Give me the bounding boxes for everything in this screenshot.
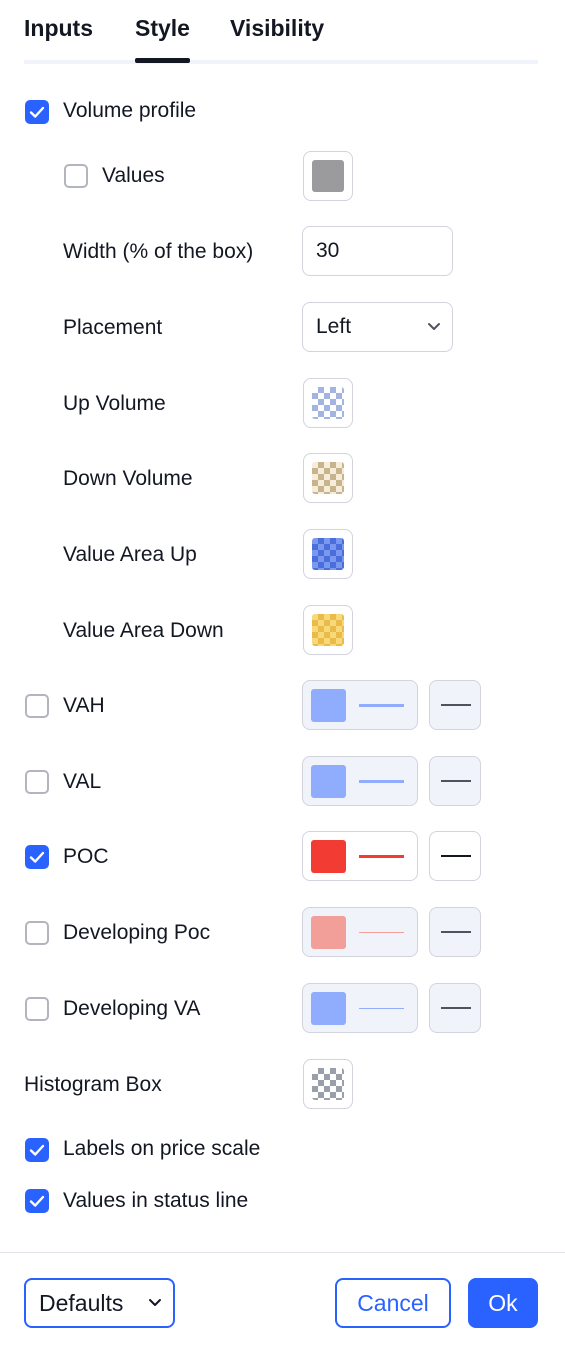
developing-poc-checkbox[interactable] — [25, 921, 49, 945]
width-label: Width (% of the box) — [63, 240, 254, 263]
values-in-status-line-label: Values in status line — [63, 1189, 249, 1212]
val-line-style-button[interactable] — [429, 756, 481, 806]
up-volume-color-swatch[interactable] — [303, 378, 353, 428]
values-in-status-line-checkbox[interactable] — [25, 1189, 49, 1213]
line-style-icon — [441, 931, 471, 933]
val-checkbox[interactable] — [25, 770, 49, 794]
vah-checkbox[interactable] — [25, 694, 49, 718]
developing-va-line-preview — [359, 1008, 404, 1009]
developing-va-checkbox[interactable] — [25, 997, 49, 1021]
chevron-down-icon — [428, 323, 440, 330]
poc-line-style-button[interactable] — [429, 831, 481, 881]
line-style-icon — [441, 1007, 471, 1009]
values-color — [312, 160, 344, 192]
val-line-color-button[interactable] — [302, 756, 418, 806]
developing-va-label: Developing VA — [63, 997, 201, 1020]
developing-poc-line-style-button[interactable] — [429, 907, 481, 957]
ok-button[interactable]: Ok — [468, 1278, 538, 1328]
value-area-up-color-swatch[interactable] — [303, 529, 353, 579]
up-volume-color — [312, 387, 344, 419]
value-area-down-color-swatch[interactable] — [303, 605, 353, 655]
developing-va-color — [311, 992, 346, 1025]
down-volume-color-swatch[interactable] — [303, 453, 353, 503]
value-area-down-color — [312, 614, 344, 646]
histogram-box-label: Histogram Box — [24, 1073, 162, 1096]
chevron-down-icon — [149, 1299, 161, 1306]
val-label: VAL — [63, 770, 102, 793]
values-checkbox[interactable] — [64, 164, 88, 188]
val-line-preview — [359, 780, 404, 783]
tab-inputs[interactable]: Inputs — [24, 15, 93, 42]
cancel-button[interactable]: Cancel — [335, 1278, 451, 1328]
histogram-box-color-swatch[interactable] — [303, 1059, 353, 1109]
poc-color — [311, 840, 346, 873]
vah-line-color-button[interactable] — [302, 680, 418, 730]
value-area-up-label: Value Area Up — [63, 543, 197, 566]
poc-checkbox[interactable] — [25, 845, 49, 869]
placement-select[interactable]: Left — [302, 302, 453, 352]
dialog-footer: Defaults Cancel Ok — [0, 1252, 565, 1350]
developing-va-line-style-button[interactable] — [429, 983, 481, 1033]
val-color — [311, 765, 346, 798]
poc-line-preview — [359, 855, 404, 858]
line-style-icon — [441, 855, 471, 857]
placement-label: Placement — [63, 316, 163, 339]
tab-visibility[interactable]: Visibility — [230, 15, 324, 42]
defaults-dropdown-button[interactable]: Defaults — [24, 1278, 175, 1328]
vah-line-preview — [359, 704, 404, 707]
vah-color — [311, 689, 346, 722]
histogram-box-color — [312, 1068, 344, 1100]
poc-line-color-button[interactable] — [302, 831, 418, 881]
vah-line-style-button[interactable] — [429, 680, 481, 730]
volume-profile-label: Volume profile — [63, 99, 197, 122]
down-volume-color — [312, 462, 344, 494]
value-area-down-label: Value Area Down — [63, 619, 224, 642]
tab-style[interactable]: Style — [135, 15, 190, 63]
line-style-icon — [441, 780, 471, 782]
developing-poc-label: Developing Poc — [63, 921, 211, 944]
values-color-swatch[interactable] — [303, 151, 353, 201]
defaults-label: Defaults — [39, 1290, 124, 1316]
down-volume-label: Down Volume — [63, 467, 193, 490]
developing-va-line-color-button[interactable] — [302, 983, 418, 1033]
developing-poc-line-color-button[interactable] — [302, 907, 418, 957]
up-volume-label: Up Volume — [63, 392, 166, 415]
labels-on-price-scale-checkbox[interactable] — [25, 1138, 49, 1162]
values-label: Values — [102, 164, 165, 187]
vah-label: VAH — [63, 694, 105, 717]
tab-bar: Inputs Style Visibility — [24, 0, 538, 64]
developing-poc-line-preview — [359, 932, 404, 933]
poc-label: POC — [63, 845, 109, 868]
width-input[interactable]: 30 — [302, 226, 453, 276]
volume-profile-checkbox[interactable] — [25, 100, 49, 124]
developing-poc-color — [311, 916, 346, 949]
labels-on-price-scale-label: Labels on price scale — [63, 1137, 261, 1160]
line-style-icon — [441, 704, 471, 706]
value-area-up-color — [312, 538, 344, 570]
placement-value: Left — [316, 315, 352, 338]
